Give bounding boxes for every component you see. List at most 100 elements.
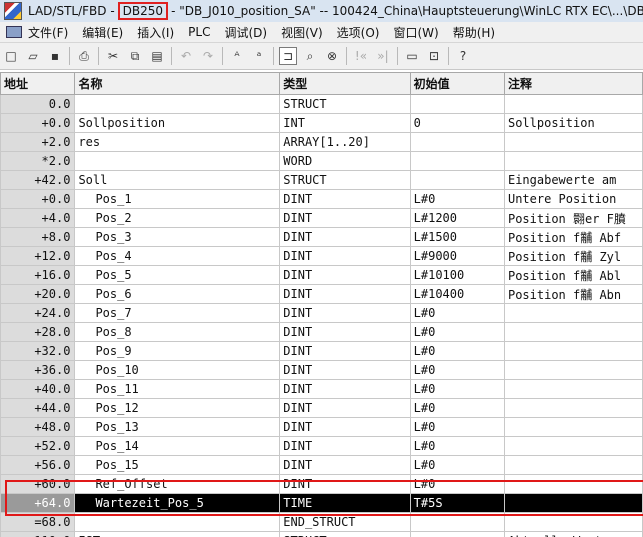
table-row[interactable]: +16.0 Pos_5 DINT L#10100 Position f黼 Abl	[0, 265, 643, 285]
cell-comment[interactable]	[503, 436, 643, 456]
cell-address[interactable]: +40.0	[0, 379, 76, 399]
cell-address[interactable]: +42.0	[0, 170, 76, 190]
cell-initial[interactable]: L#0	[409, 474, 505, 494]
cell-type[interactable]: DINT	[279, 417, 411, 437]
cell-initial[interactable]: L#0	[409, 379, 505, 399]
cell-name[interactable]: Ref_Offset	[74, 474, 281, 494]
cell-address[interactable]: =68.0	[0, 512, 76, 532]
cell-type[interactable]: WORD	[279, 151, 411, 171]
table-row[interactable]: +110.0ISTSTRUCT Aktuelle Wert	[0, 531, 643, 537]
details-icon[interactable]: ⊡	[425, 47, 443, 65]
cell-address[interactable]: +4.0	[0, 208, 76, 228]
table-row[interactable]: +48.0 Pos_13 DINT L#0	[0, 417, 643, 437]
cell-name[interactable]	[74, 94, 281, 114]
cell-name[interactable]: Pos_14	[74, 436, 281, 456]
cell-initial[interactable]: L#1500	[409, 227, 505, 247]
cell-comment[interactable]: Position 翾er F膹	[503, 208, 643, 228]
menu-options[interactable]: 选项(O)	[337, 24, 380, 41]
table-row[interactable]: +64.0 Wartezeit_Pos_5 TIME T#5S	[0, 493, 643, 513]
cell-name[interactable]: Pos_11	[74, 379, 281, 399]
table-row[interactable]: +20.0 Pos_6 DINT L#10400 Position f黼 Abn	[0, 284, 643, 304]
cell-comment[interactable]	[503, 417, 643, 437]
cell-address[interactable]: +0.0	[0, 113, 76, 133]
cell-initial[interactable]: L#0	[409, 322, 505, 342]
cell-type[interactable]: DINT	[279, 227, 411, 247]
cell-address[interactable]: +12.0	[0, 246, 76, 266]
cell-name[interactable]: res	[74, 132, 281, 152]
cell-type[interactable]: DINT	[279, 208, 411, 228]
cell-comment[interactable]	[503, 512, 643, 532]
copy-icon[interactable]: ⧉	[126, 47, 144, 65]
menu-view[interactable]: 视图(V)	[281, 24, 323, 41]
cell-name[interactable]: Soll	[74, 170, 281, 190]
cell-type[interactable]: DINT	[279, 284, 411, 304]
cell-address[interactable]: +20.0	[0, 284, 76, 304]
cell-comment[interactable]	[503, 455, 643, 475]
cell-address[interactable]: +56.0	[0, 455, 76, 475]
table-row[interactable]: +56.0 Pos_15 DINT L#0	[0, 455, 643, 475]
cell-type[interactable]: TIME	[279, 493, 411, 513]
menu-insert[interactable]: 插入(I)	[137, 24, 174, 41]
cell-type[interactable]: DINT	[279, 436, 411, 456]
cell-type[interactable]: ARRAY[1..20]	[279, 132, 411, 152]
paste-icon[interactable]: ▤	[148, 47, 166, 65]
cell-initial[interactable]: L#0	[409, 436, 505, 456]
cell-comment[interactable]	[503, 379, 643, 399]
cell-comment[interactable]	[503, 474, 643, 494]
table-row[interactable]: +60.0 Ref_Offset DINT L#0	[0, 474, 643, 494]
header-comment[interactable]: 注释	[503, 72, 643, 95]
undo-icon[interactable]: ↶	[177, 47, 195, 65]
cell-address[interactable]: *2.0	[0, 151, 76, 171]
cell-initial[interactable]: L#10100	[409, 265, 505, 285]
cell-type[interactable]: DINT	[279, 303, 411, 323]
cell-comment[interactable]	[503, 341, 643, 361]
cell-comment[interactable]: Untere Position	[503, 189, 643, 209]
glasses-icon[interactable]: ⊗	[323, 47, 341, 65]
cell-comment[interactable]: Position f黼 Abf	[503, 227, 643, 247]
menu-plc[interactable]: PLC	[188, 25, 210, 39]
cell-initial[interactable]: L#0	[409, 398, 505, 418]
cell-address[interactable]: +0.0	[0, 189, 76, 209]
cell-name[interactable]: Pos_7	[74, 303, 281, 323]
cell-comment[interactable]: Position f黼 Zyl	[503, 246, 643, 266]
menu-file[interactable]: 文件(F)	[28, 24, 68, 41]
cell-address[interactable]: +32.0	[0, 341, 76, 361]
cell-name[interactable]: Pos_13	[74, 417, 281, 437]
menu-debug[interactable]: 调试(D)	[224, 24, 267, 41]
breakpoint-next-icon[interactable]: »|	[374, 47, 392, 65]
cell-initial[interactable]: L#0	[409, 360, 505, 380]
replace-icon[interactable]: ᵃ	[250, 47, 268, 65]
new-icon[interactable]: □	[2, 47, 20, 65]
table-row[interactable]: +28.0 Pos_8 DINT L#0	[0, 322, 643, 342]
cell-comment[interactable]	[503, 493, 643, 513]
table-row[interactable]: +12.0 Pos_4 DINT L#9000 Position f黼 Zyl	[0, 246, 643, 266]
cell-comment[interactable]	[503, 360, 643, 380]
cell-type[interactable]: DINT	[279, 246, 411, 266]
cell-name[interactable]: Pos_5	[74, 265, 281, 285]
cell-name[interactable]: Wartezeit_Pos_5	[74, 493, 281, 513]
cell-comment[interactable]	[503, 322, 643, 342]
table-row[interactable]: =68.0 END_STRUCT	[0, 512, 643, 532]
print-icon[interactable]: ⎙	[75, 47, 93, 65]
cell-initial[interactable]: L#0	[409, 455, 505, 475]
menu-help[interactable]: 帮助(H)	[453, 24, 495, 41]
cell-initial[interactable]: L#10400	[409, 284, 505, 304]
overview-icon[interactable]: ▭	[403, 47, 421, 65]
cell-name[interactable]	[74, 151, 281, 171]
cell-initial[interactable]	[409, 512, 505, 532]
cell-name[interactable]: Pos_9	[74, 341, 281, 361]
table-row[interactable]: +44.0 Pos_12 DINT L#0	[0, 398, 643, 418]
header-address[interactable]: 地址	[0, 72, 76, 95]
header-name[interactable]: 名称	[74, 72, 281, 95]
cell-address[interactable]: +44.0	[0, 398, 76, 418]
cell-type[interactable]: DINT	[279, 265, 411, 285]
download-icon[interactable]: ⊐	[279, 47, 297, 65]
cell-name[interactable]: Pos_15	[74, 455, 281, 475]
table-row[interactable]: +40.0 Pos_11 DINT L#0	[0, 379, 643, 399]
menu-edit[interactable]: 编辑(E)	[82, 24, 123, 41]
cell-initial[interactable]: L#1200	[409, 208, 505, 228]
cell-name[interactable]: Pos_10	[74, 360, 281, 380]
table-row[interactable]: +0.0 Sollposition INT 0 Sollposition	[0, 113, 643, 133]
cell-initial[interactable]	[409, 132, 505, 152]
table-row[interactable]: +8.0 Pos_3 DINT L#1500 Position f黼 Abf	[0, 227, 643, 247]
